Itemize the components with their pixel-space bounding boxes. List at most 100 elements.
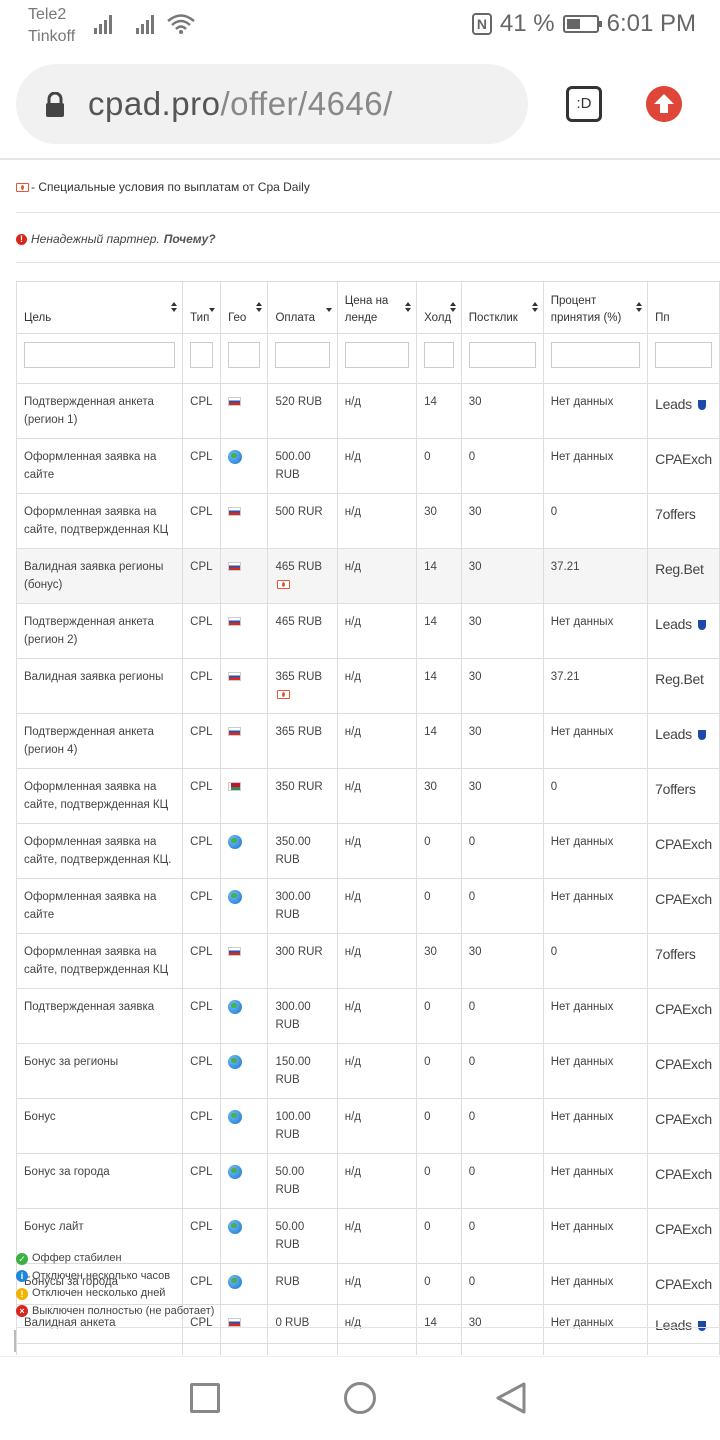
cell-text: 0: [468, 1166, 476, 1178]
cell-text: Leads: [655, 616, 692, 632]
special-conditions-note: - Специальные условия по выплатам от Cpa…: [16, 180, 310, 194]
table-row[interactable]: Валидная заявка регионы CPL 365 RUB н/д 14 30…: [15, 658, 720, 714]
filter-cell: [267, 333, 338, 384]
table-cell: Подтвержденная заявка: [15, 1343, 184, 1355]
table-row[interactable]: Бонус CPL 100.00 RUB н/д 0 0 Нет данных CPAExch: [15, 1098, 720, 1154]
shield-icon: [697, 400, 706, 411]
table-cell: Подтвержденная анкета (регион 4): [15, 713, 184, 769]
why-link[interactable]: Почему?: [164, 232, 216, 246]
column-header[interactable]: Тип: [182, 281, 222, 334]
url-text[interactable]: cpad.pro/offer/4646/: [88, 84, 393, 124]
back-button[interactable]: [494, 1381, 528, 1415]
shield-icon: [697, 730, 706, 741]
column-header[interactable]: Постклик: [460, 281, 544, 334]
column-header[interactable]: Процент принятия (%): [542, 281, 649, 334]
table-row[interactable]: Бонус за города CPL 50.00 RUB н/д 0 0 Нет данн…: [15, 1153, 720, 1209]
table-row[interactable]: Валидная заявка регионы (бонус) CPL 465 RU…: [15, 548, 720, 604]
cell-text: 0: [468, 451, 476, 463]
column-header[interactable]: Пп: [647, 281, 720, 334]
cell-text: н/д: [344, 561, 361, 573]
filter-input[interactable]: [344, 342, 410, 368]
table-cell: Нет данных: [542, 438, 649, 494]
table-cell: 14: [416, 548, 462, 604]
shield-icon: [697, 620, 706, 631]
sort-icon[interactable]: [636, 302, 643, 314]
column-header-label: Холд: [424, 312, 452, 324]
sort-icon[interactable]: [449, 302, 457, 314]
table-cell: 0: [542, 768, 649, 824]
russia-flag-icon: [228, 672, 242, 681]
column-header[interactable]: Оплата: [267, 281, 338, 334]
sort-icon[interactable]: [171, 302, 178, 314]
filter-input[interactable]: [655, 342, 712, 368]
column-header[interactable]: Гео: [220, 281, 269, 334]
table-cell: 0: [460, 1098, 544, 1154]
table-cell: Оформленная заявка на сайте: [15, 878, 184, 934]
cell-text: Leads: [655, 396, 692, 412]
filter-input[interactable]: [468, 342, 536, 368]
sort-icon[interactable]: [209, 302, 216, 314]
legend-item: ! Отключен несколько дней: [16, 1285, 214, 1303]
filter-input[interactable]: [24, 342, 176, 368]
column-header[interactable]: Холд: [416, 281, 462, 334]
cell-text: 0: [468, 1221, 476, 1233]
cell-text: 14: [424, 561, 437, 573]
upload-arrow-icon[interactable]: [646, 86, 682, 122]
filter-input[interactable]: [228, 342, 261, 368]
table-row[interactable]: Оформленная заявка на сайте, подтвержден…: [15, 933, 720, 989]
table-cell: 500 RUR: [267, 493, 338, 549]
table-cell: 300.00 RUB: [267, 988, 338, 1044]
table-row[interactable]: Оформленная заявка на сайте, подтвержден…: [15, 493, 720, 549]
column-header[interactable]: Цена на ленде: [336, 281, 418, 334]
table-cell: н/д: [336, 1304, 418, 1344]
partner-program-cell: Leads: [647, 383, 720, 439]
table-cell: 30: [460, 548, 544, 604]
recent-apps-button[interactable]: [190, 1383, 220, 1413]
russia-flag-icon: [228, 397, 242, 406]
sort-icon[interactable]: [531, 302, 539, 314]
cell-text: 0: [468, 1001, 476, 1013]
table-cell: 0: [416, 1043, 462, 1099]
table-row[interactable]: Подтвержденная анкета (регион 1) CPL 520 R…: [15, 383, 720, 439]
cell-text: 365 RUB: [275, 671, 323, 683]
filter-input[interactable]: [190, 342, 214, 368]
table-row[interactable]: Подтвержденная анкета (регион 4) CPL 365 R…: [15, 713, 720, 769]
filter-input[interactable]: [550, 342, 641, 368]
filter-cell: [460, 333, 544, 384]
sort-icon[interactable]: [256, 302, 263, 314]
table-cell: 30: [460, 658, 544, 714]
globe-icon: [228, 1110, 243, 1124]
filter-input[interactable]: [275, 342, 330, 368]
table-row[interactable]: Оформленная заявка на сайте CPL 500.00 RUB…: [15, 438, 720, 494]
cell-text: 0: [468, 891, 476, 903]
table-row[interactable]: Оформленная заявка на сайте CPL 300.00 RUB…: [15, 878, 720, 934]
table-row[interactable]: Оформленная заявка на сайте, подтвержден…: [15, 823, 720, 879]
table-cell: н/д: [336, 713, 418, 769]
nfc-icon: N: [471, 13, 492, 35]
filter-input[interactable]: [424, 342, 454, 368]
russia-flag-icon: [228, 507, 242, 516]
table-cell: 14: [416, 658, 462, 714]
address-bar[interactable]: cpad.pro/offer/4646/: [16, 64, 528, 144]
cell-text: н/д: [344, 1001, 361, 1013]
column-header-label: Тип: [190, 312, 210, 324]
column-header[interactable]: Цель: [15, 281, 184, 334]
sort-icon[interactable]: [325, 302, 333, 314]
cell-text: CPL: [190, 1166, 213, 1178]
table-cell: н/д: [336, 1263, 418, 1305]
table-cell: 465 RUB: [267, 603, 338, 659]
table-cell: 0: [416, 988, 462, 1044]
tab-switcher-button[interactable]: :D: [566, 86, 602, 122]
table-row[interactable]: Бонус за регионы CPL 150.00 RUB н/д 0 0 Нет да…: [15, 1043, 720, 1099]
partner-program-cell: Reg.Bet: [647, 1343, 720, 1355]
table-row[interactable]: Подтвержденная анкета (регион 2) CPL 465 R…: [15, 603, 720, 659]
sort-icon[interactable]: [405, 302, 412, 314]
table-row[interactable]: Оформленная заявка на сайте, подтвержден…: [15, 768, 720, 824]
home-button[interactable]: [344, 1382, 376, 1414]
geo-cell: [220, 1304, 269, 1344]
cell-text: Бонус: [24, 1111, 56, 1123]
table-row[interactable]: Подтвержденная заявкаCPL 350 RUBн/д143031…: [15, 1343, 720, 1355]
geo-cell: [220, 493, 269, 549]
table-row[interactable]: Подтвержденная заявка CPL 300.00 RUB н/д 0 0 Н…: [15, 988, 720, 1044]
cell-text: Подтвержденная анкета (регион 1): [24, 396, 154, 426]
